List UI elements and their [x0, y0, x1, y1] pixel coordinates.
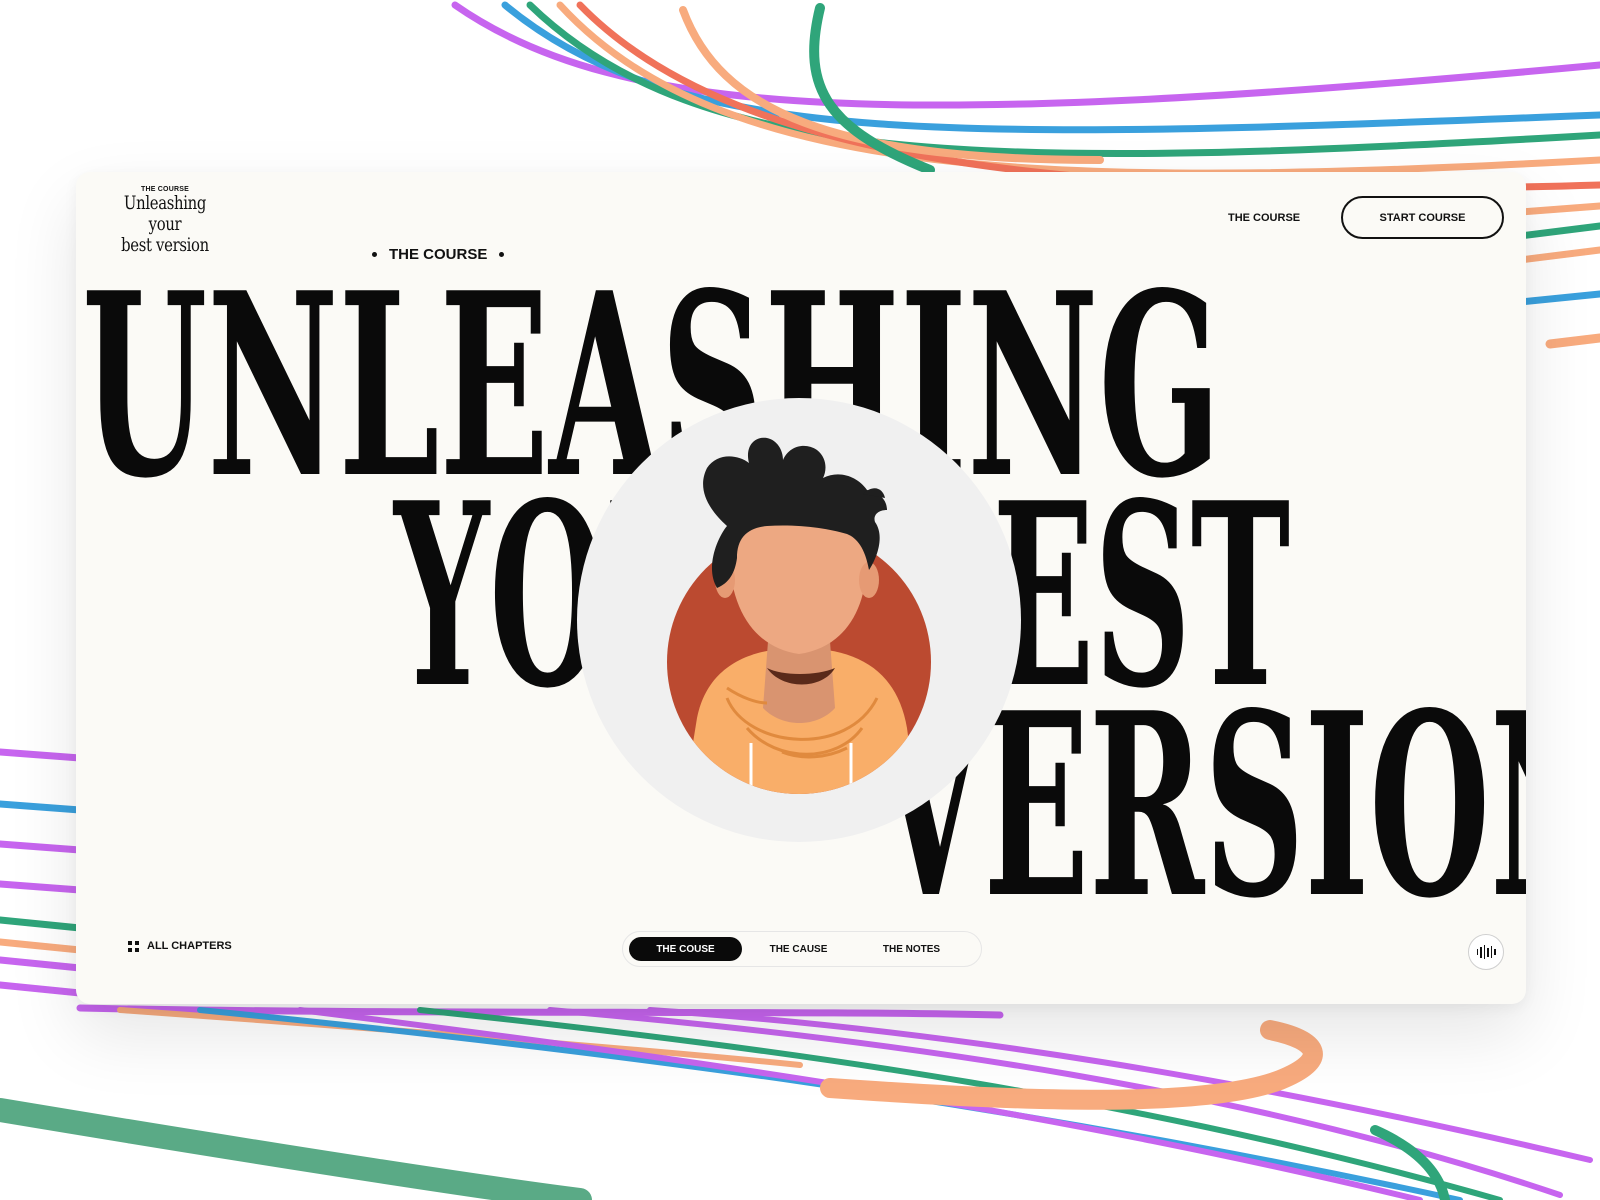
- course-window: UNLEASHING YOUR BEST VERSION: [76, 172, 1526, 1004]
- logo-title-line-2: best version: [121, 234, 209, 256]
- start-course-button[interactable]: START COURSE: [1341, 196, 1504, 239]
- bullet-dot: [372, 252, 377, 257]
- brand-logo[interactable]: THE COURSE Unleashing your best version: [92, 186, 238, 256]
- section-kicker: THE COURSE: [372, 246, 505, 263]
- logo-title-line-1: Unleashing your: [123, 192, 207, 235]
- sound-toggle-button[interactable]: [1468, 934, 1504, 970]
- tab-the-cause[interactable]: THE CAUSE: [742, 937, 855, 961]
- all-chapters-button[interactable]: ALL CHAPTERS: [128, 940, 232, 952]
- tab-the-notes[interactable]: THE NOTES: [855, 937, 968, 961]
- bullet-dot: [499, 252, 505, 257]
- all-chapters-label: ALL CHAPTERS: [147, 940, 232, 952]
- audio-wave-icon: [1476, 945, 1496, 959]
- tab-the-couse[interactable]: THE COUSE: [629, 937, 742, 961]
- nav-link-the-course[interactable]: THE COURSE: [1228, 212, 1300, 224]
- grid-icon: [128, 940, 139, 952]
- avatar-illustration: [577, 398, 1021, 842]
- chapter-tabs: THE COUSE THE CAUSE THE NOTES: [622, 931, 982, 967]
- section-kicker-label: THE COURSE: [389, 246, 488, 263]
